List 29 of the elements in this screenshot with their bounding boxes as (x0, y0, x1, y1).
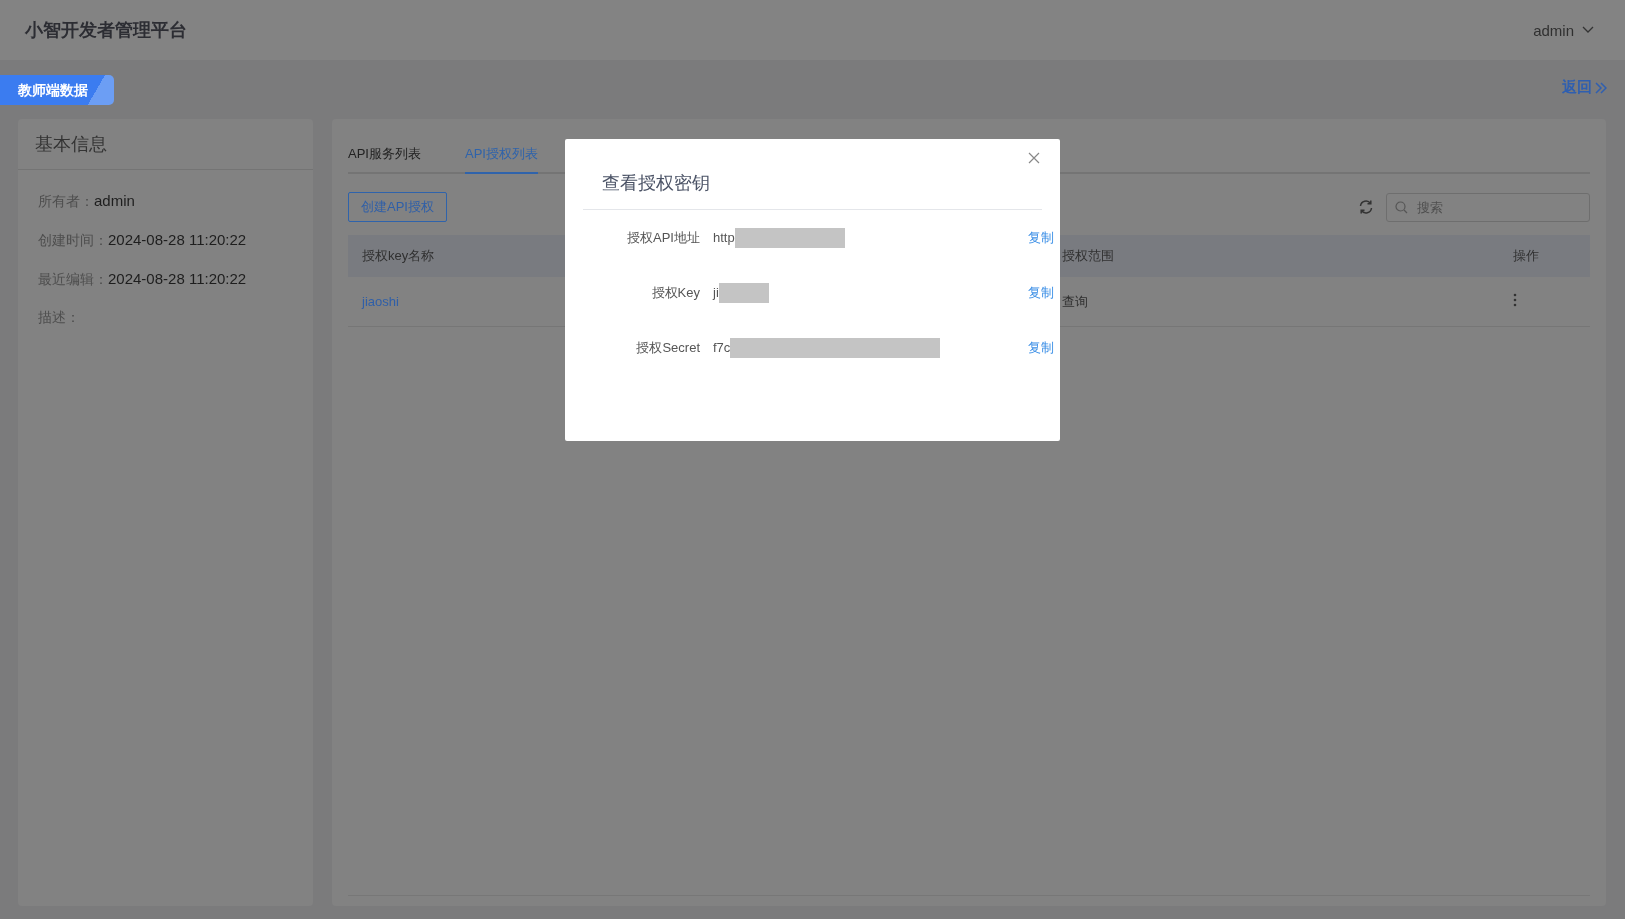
section-tag: 教师端数据 (0, 74, 114, 105)
field-value: 2024-08-28 11:20:22 (108, 270, 247, 287)
refresh-icon[interactable] (1358, 199, 1374, 215)
field-label: 授权Key (650, 283, 700, 302)
column-header: 操作 (1512, 247, 1540, 265)
tab[interactable]: API服务列表 (348, 141, 421, 174)
close-icon[interactable] (1028, 152, 1040, 164)
table-cell-text: 查询 (1061, 292, 1089, 311)
more-icon[interactable] (1513, 293, 1517, 307)
user-menu[interactable]: admin (1533, 21, 1600, 39)
copy-link[interactable]: 复制 (1028, 283, 1054, 302)
dialog-title: 查看授权密钥 (602, 172, 710, 195)
field-value: http (713, 230, 735, 245)
caret-icon (1582, 26, 1594, 34)
card-title: 基本信息 (18, 119, 313, 170)
double-chevron-icon (1595, 80, 1607, 95)
field-label: 授权Secret (635, 338, 700, 357)
field-label: 授权API地址 (626, 228, 700, 247)
field-value: f7c (713, 340, 731, 355)
search-icon (1395, 200, 1408, 214)
field-value: admin (94, 192, 135, 209)
redaction-bar (718, 282, 769, 303)
column-header: 授权范围 (1061, 247, 1115, 265)
copy-link[interactable]: 复制 (1028, 338, 1054, 357)
copy-link[interactable]: 复制 (1028, 228, 1054, 247)
app-title: 小智开发者管理平台 (25, 19, 187, 42)
column-header: 授权key名称 (361, 247, 436, 265)
field-value: 2024-08-28 11:20:22 (108, 231, 247, 248)
field-value: ji (713, 285, 719, 300)
